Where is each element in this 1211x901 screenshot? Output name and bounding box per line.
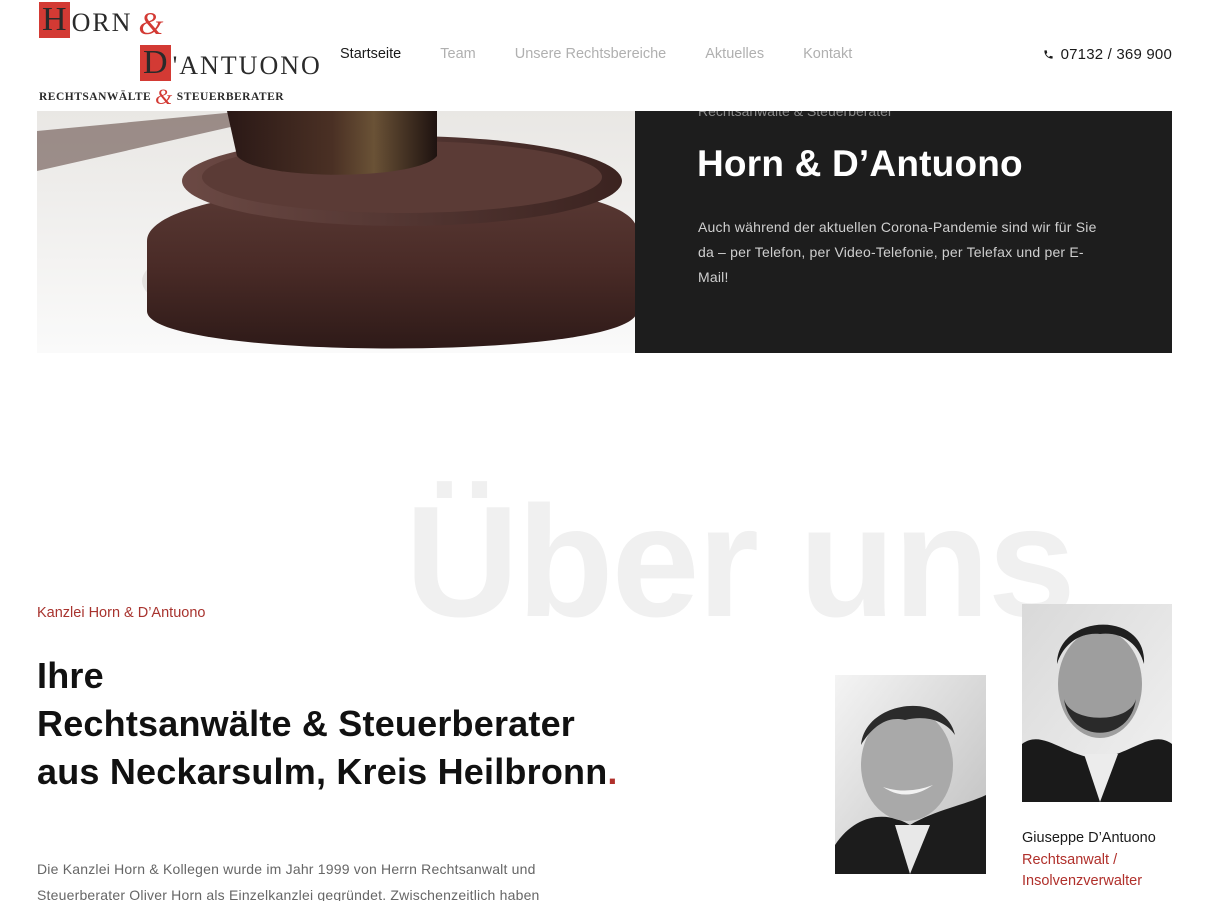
logo-line-dantuono: D 'ANTUONO — [140, 45, 322, 81]
member-role: Rechtsanwalt / Insolvenzverwalter — [1022, 852, 1143, 889]
phone-link[interactable]: 07132 / 369 900 — [1043, 46, 1172, 63]
site-header: H ORN & D 'ANTUONO RECHTSANWÄLTE & STEUE… — [0, 0, 1211, 111]
logo-text-horn: ORN — [71, 8, 133, 37]
about-title-line-1: Ihre — [37, 655, 104, 696]
about-title: Ihre Rechtsanwälte & Steuerberater aus N… — [37, 652, 618, 796]
nav-item-team[interactable]: Team — [440, 46, 475, 62]
portrait-photo — [1022, 604, 1172, 802]
logo-tagline: RECHTSANWÄLTE & STEUERBERATER — [39, 84, 285, 109]
about-kicker: Kanzlei Horn & D’Antuono — [37, 605, 206, 621]
member-name: Giuseppe D’Antuono — [1022, 830, 1156, 846]
hero-text: Auch während der aktuellen Corona-Pandem… — [698, 219, 1097, 285]
about-title-dot: . — [607, 751, 618, 792]
main-nav: Startseite Team Unsere Rechtsbereiche Ak… — [340, 46, 891, 62]
about-title-line-2: Rechtsanwälte & Steuerberater — [37, 703, 575, 744]
logo-initial-h: H — [39, 2, 70, 38]
gavel-illustration — [37, 111, 635, 353]
hero-title: Horn & D’Antuono — [697, 143, 1023, 184]
logo-tagline-ampersand: & — [155, 84, 173, 109]
logo[interactable]: H ORN & D 'ANTUONO RECHTSANWÄLTE & STEUE… — [37, 0, 320, 111]
hero-gavel-image — [37, 111, 635, 353]
portrait-giuseppe-dantuono[interactable] — [1022, 604, 1172, 802]
hero-panel: Rechtsanwälte & Steuerberater Horn & D’A… — [635, 103, 1172, 353]
logo-tagline-left: RECHTSANWÄLTE — [39, 91, 152, 103]
nav-item-kontakt[interactable]: Kontakt — [803, 46, 852, 62]
phone-number: 07132 / 369 900 — [1060, 46, 1172, 63]
portrait-oliver-horn[interactable] — [835, 675, 986, 874]
phone-icon — [1043, 50, 1053, 59]
nav-item-rechtsbereiche[interactable]: Unsere Rechtsbereiche — [515, 46, 667, 62]
about-text: Die Kanzlei Horn & Kollegen wurde im Jah… — [37, 861, 540, 901]
logo-line-horn: H ORN & — [39, 2, 164, 41]
logo-text-dantuono: 'ANTUONO — [172, 51, 322, 80]
nav-item-startseite[interactable]: Startseite — [340, 46, 401, 62]
nav-item-aktuelles[interactable]: Aktuelles — [705, 46, 764, 62]
about-watermark: Über uns — [405, 474, 1076, 650]
logo-tagline-right: STEUERBERATER — [176, 91, 285, 103]
logo-initial-d: D — [140, 45, 171, 81]
logo-ampersand: & — [138, 5, 164, 41]
portrait-photo — [835, 675, 986, 874]
about-title-line-3: aus Neckarsulm, Kreis Heilbronn — [37, 751, 608, 792]
